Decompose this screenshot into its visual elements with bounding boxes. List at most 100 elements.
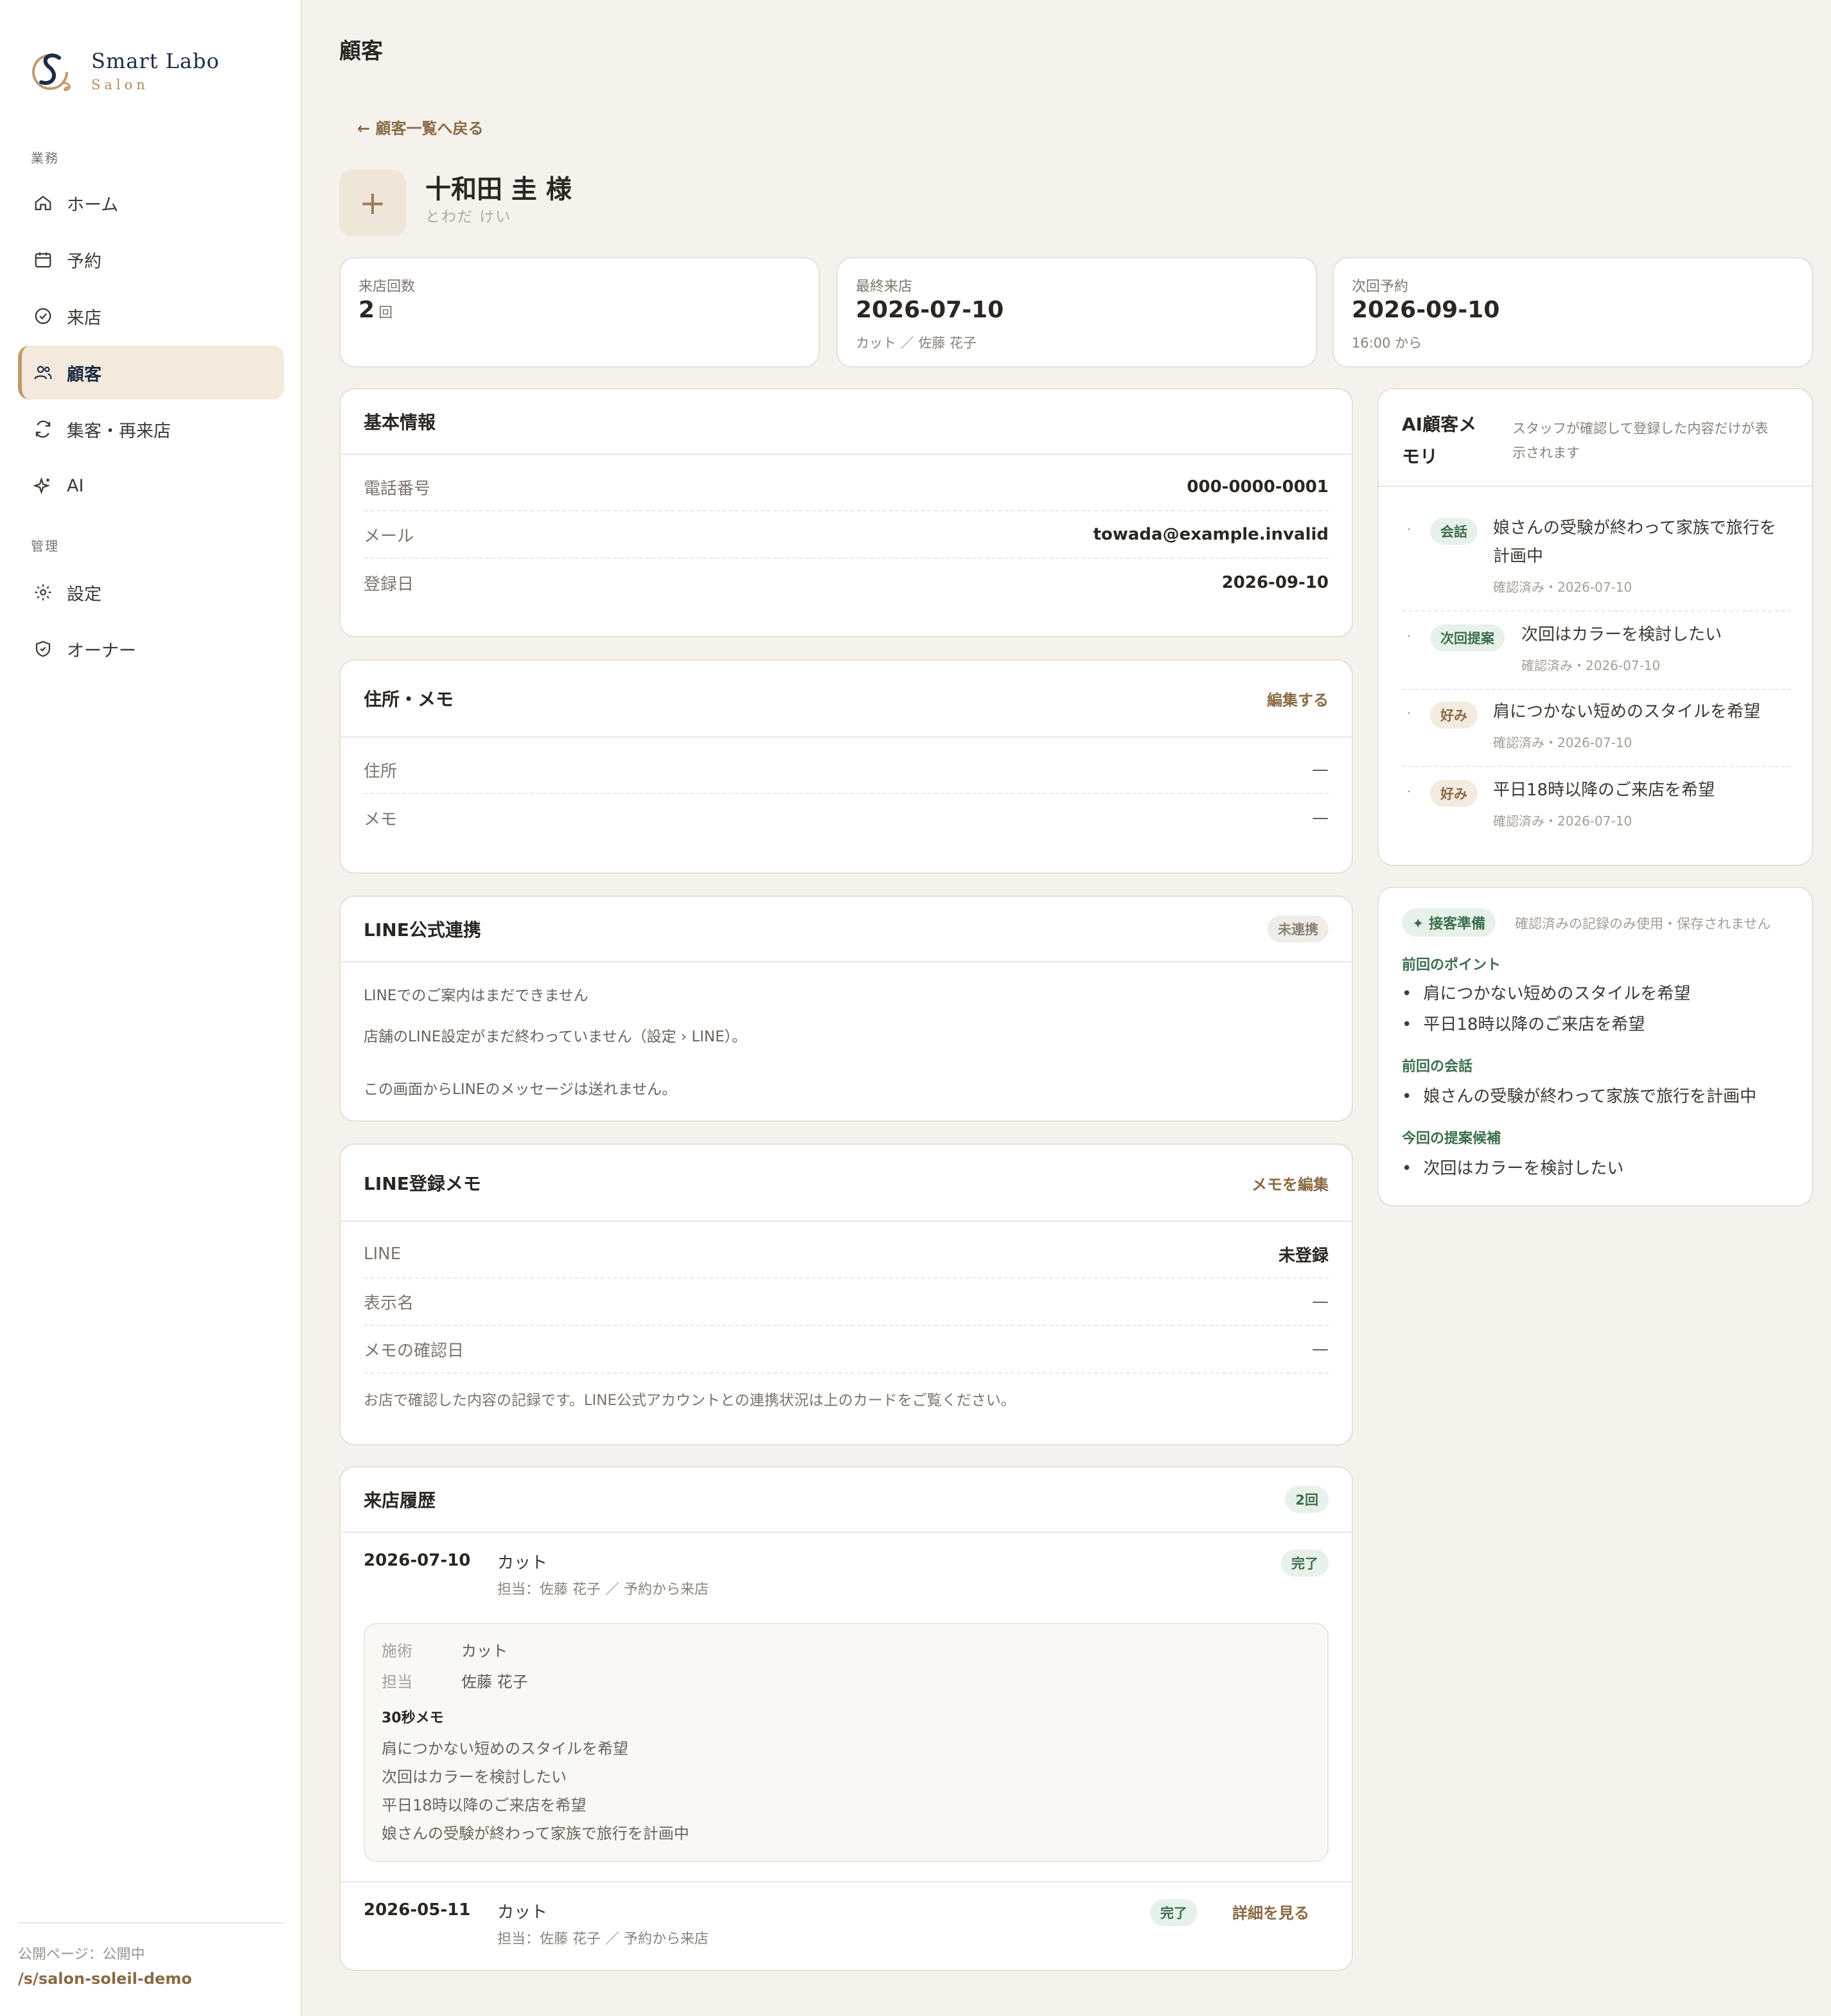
nav-label: 設定 xyxy=(67,584,102,605)
card-title: 住所・メモ xyxy=(364,689,454,710)
nav-item-home[interactable]: ホーム xyxy=(18,176,284,230)
visit-row[interactable]: 2026-05-11 カット 担当：佐藤 花子 ／ 予約から来店 完了 詳細を見… xyxy=(341,1882,1352,1972)
service-prep-badge: ✦ 接客準備 xyxy=(1402,908,1496,937)
stat-label: 次回予約 xyxy=(1352,279,1409,295)
nav-label: AI xyxy=(67,475,84,496)
stat-value: 2026-07-10 xyxy=(856,297,1004,323)
calendar-icon xyxy=(32,249,54,270)
shield-icon xyxy=(32,638,54,660)
memo-title: 30秒メモ xyxy=(382,1710,444,1726)
prep-list-item: 肩につかない短めのスタイルを希望 xyxy=(1402,980,1690,1004)
memory-text: 次回はカラーを検討したい xyxy=(1521,625,1722,644)
brand-logo[interactable]: Smart Labo Salon xyxy=(31,45,220,96)
public-page-link[interactable]: /s/salon-soleil-demo xyxy=(18,1970,284,1988)
prep-list-item: 娘さんの受験が終わって家族で旅行を計画中 xyxy=(1402,1083,1756,1107)
nav-item-visits[interactable]: 来店 xyxy=(18,289,284,343)
memory-item: · 会話 娘さんの受験が終わって家族で旅行を 計画中 確認済み・2026-07-1… xyxy=(1402,518,1791,601)
prep-section-title: 今回の提案候補 xyxy=(1402,1131,1501,1147)
stat-sub: カット ／ 佐藤 花子 xyxy=(856,335,977,351)
memo-line: 平日18時以降のご来店を希望 xyxy=(382,1796,587,1814)
customer-kana: とわだ けい xyxy=(425,209,512,225)
stat-visit-count: 来店回数 2回 xyxy=(339,257,820,367)
back-to-list-link[interactable]: ← 顧客一覧へ戻る xyxy=(357,116,483,138)
nav-item-settings[interactable]: 設定 xyxy=(18,565,284,619)
info-row-display-name: 表示名 — xyxy=(364,1278,1329,1326)
visit-staff: 担当：佐藤 花子 ／ 予約から来店 xyxy=(497,1931,709,1947)
line-info-text: LINEでのご案内はまだできません xyxy=(364,987,588,1004)
users-icon xyxy=(32,362,54,384)
stat-label: 来店回数 xyxy=(358,279,416,295)
visit-row[interactable]: 2026-07-10 カット 担当：佐藤 花子 ／ 予約から来店 完了 xyxy=(341,1533,1352,1623)
nav-item-owner[interactable]: オーナー xyxy=(18,622,284,676)
memory-sub: 確認済み・2026-07-10 xyxy=(1493,813,1632,829)
basic-info-card: 基本情報 電話番号 000-0000-0001 メール towada@example… xyxy=(339,388,1353,637)
card-title: 基本情報 xyxy=(364,412,436,433)
page-title: 顧客 xyxy=(339,39,383,64)
customer-avatar: + xyxy=(339,170,406,236)
edit-address-button[interactable]: 編集する xyxy=(1267,687,1329,710)
nav-label: 顧客 xyxy=(67,364,102,385)
memory-tag: 次回提案 xyxy=(1430,624,1505,651)
nav-group-work: 業務 xyxy=(31,150,59,166)
nav-item-marketing[interactable]: 集客・再来店 xyxy=(18,402,284,456)
visit-staff: 担当：佐藤 花子 ／ 予約から来店 xyxy=(497,1582,709,1598)
service-prep-card: ✦ 接客準備 確認済みの記録のみ使用・保存されません 前回のポイント 肩につかな… xyxy=(1377,887,1813,1207)
refresh-icon xyxy=(32,418,54,440)
ai-memory-card: AI顧客メ モリ スタッフが確認して登録した内容だけが表 示されます · 会話 娘さ… xyxy=(1377,388,1813,866)
visit-status-badge: 完了 xyxy=(1281,1550,1329,1577)
info-row-email: メール towada@example.invalid xyxy=(364,511,1329,559)
nav-item-ai[interactable]: AI xyxy=(18,459,284,513)
stat-value: 2026-09-10 xyxy=(1352,297,1500,323)
sparkle-icon xyxy=(32,475,54,497)
memory-text: 娘さんの受験が終わって家族で旅行を 計画中 xyxy=(1493,518,1776,566)
line-memo-card: LINE登録メモ メモを編集 LINE 未登録 表示名 — メモの確認日 — お店で確… xyxy=(339,1144,1353,1446)
logo-s-icon xyxy=(31,45,77,96)
visit-count-badge: 2回 xyxy=(1285,1486,1329,1513)
stat-value: 2回 xyxy=(358,297,393,323)
stat-last-visit: 最終来店 2026-07-10 カット ／ 佐藤 花子 xyxy=(836,257,1317,367)
detail-label: 施術 xyxy=(382,1642,412,1660)
visit-menu: カット xyxy=(497,1553,548,1573)
customer-name: 十和田 圭 様 xyxy=(425,175,572,204)
nav-item-customers[interactable]: 顧客 xyxy=(18,346,284,400)
visit-date: 2026-07-10 xyxy=(364,1551,471,1570)
nav-label: 来店 xyxy=(67,308,102,328)
info-row-memo: メモ — xyxy=(364,808,1329,829)
gear-icon xyxy=(32,581,54,603)
prep-section-title: 前回の会話 xyxy=(1402,1059,1473,1075)
memory-tag: 好み xyxy=(1430,780,1478,807)
detail-value: 佐藤 花子 xyxy=(461,1673,528,1691)
visit-detail-panel: 施術 カット 担当 佐藤 花子 30秒メモ 肩につかない短めのスタイルを希望 次… xyxy=(364,1623,1329,1862)
stat-label: 最終来店 xyxy=(856,279,913,295)
detail-label: 担当 xyxy=(382,1673,412,1691)
view-detail-button[interactable]: 詳細を見る xyxy=(1232,1900,1309,1923)
visit-date: 2026-05-11 xyxy=(364,1900,471,1920)
sidebar: Smart Labo Salon 業務 ホーム 予約 来店 顧客 集客・再来店 xyxy=(0,0,302,2016)
address-memo-card: 住所・メモ 編集する 住所 — メモ — xyxy=(339,659,1353,874)
memo-line: 娘さんの受験が終わって家族で旅行を計画中 xyxy=(382,1825,689,1843)
brand-sub: Salon xyxy=(91,77,149,93)
memory-sub: 確認済み・2026-07-10 xyxy=(1521,658,1661,673)
nav-item-reservations[interactable]: 予約 xyxy=(18,233,284,287)
prep-list-item: 次回はカラーを検討したい xyxy=(1402,1155,1623,1179)
memory-item: · 好み 平日18時以降のご来店を希望 確認済み・2026-07-10 xyxy=(1402,780,1791,831)
ai-memory-description: スタッフが確認して登録した内容だけが表 示されます xyxy=(1512,421,1769,461)
memory-tag: 会話 xyxy=(1430,518,1478,545)
visit-menu: カット xyxy=(497,1903,548,1922)
info-row-registered: 登録日 2026-09-10 xyxy=(364,573,1329,594)
line-status-badge: 未連携 xyxy=(1268,915,1329,942)
memory-sub: 確認済み・2026-07-10 xyxy=(1493,735,1632,750)
prep-section-title: 前回のポイント xyxy=(1402,957,1501,973)
memory-sub: 確認済み・2026-07-10 xyxy=(1493,579,1632,595)
nav-label: オーナー xyxy=(67,641,136,661)
memory-text: 肩につかない短めのスタイルを希望 xyxy=(1493,702,1761,721)
home-icon xyxy=(32,192,54,214)
memory-item: · 好み 肩につかない短めのスタイルを希望 確認済み・2026-07-10 xyxy=(1402,702,1791,753)
edit-line-memo-button[interactable]: メモを編集 xyxy=(1252,1172,1329,1194)
detail-value: カット xyxy=(461,1642,508,1660)
stat-next-reservation: 次回予約 2026-09-10 16:00 から xyxy=(1332,257,1813,367)
info-row-address: 住所 — xyxy=(364,747,1329,794)
memo-line: 肩につかない短めのスタイルを希望 xyxy=(382,1740,628,1758)
brand-name: Smart Labo xyxy=(91,49,220,73)
line-info-text: 店舗のLINE設定がまだ終わっていません（設定 › LINE）。 xyxy=(364,1029,747,1045)
